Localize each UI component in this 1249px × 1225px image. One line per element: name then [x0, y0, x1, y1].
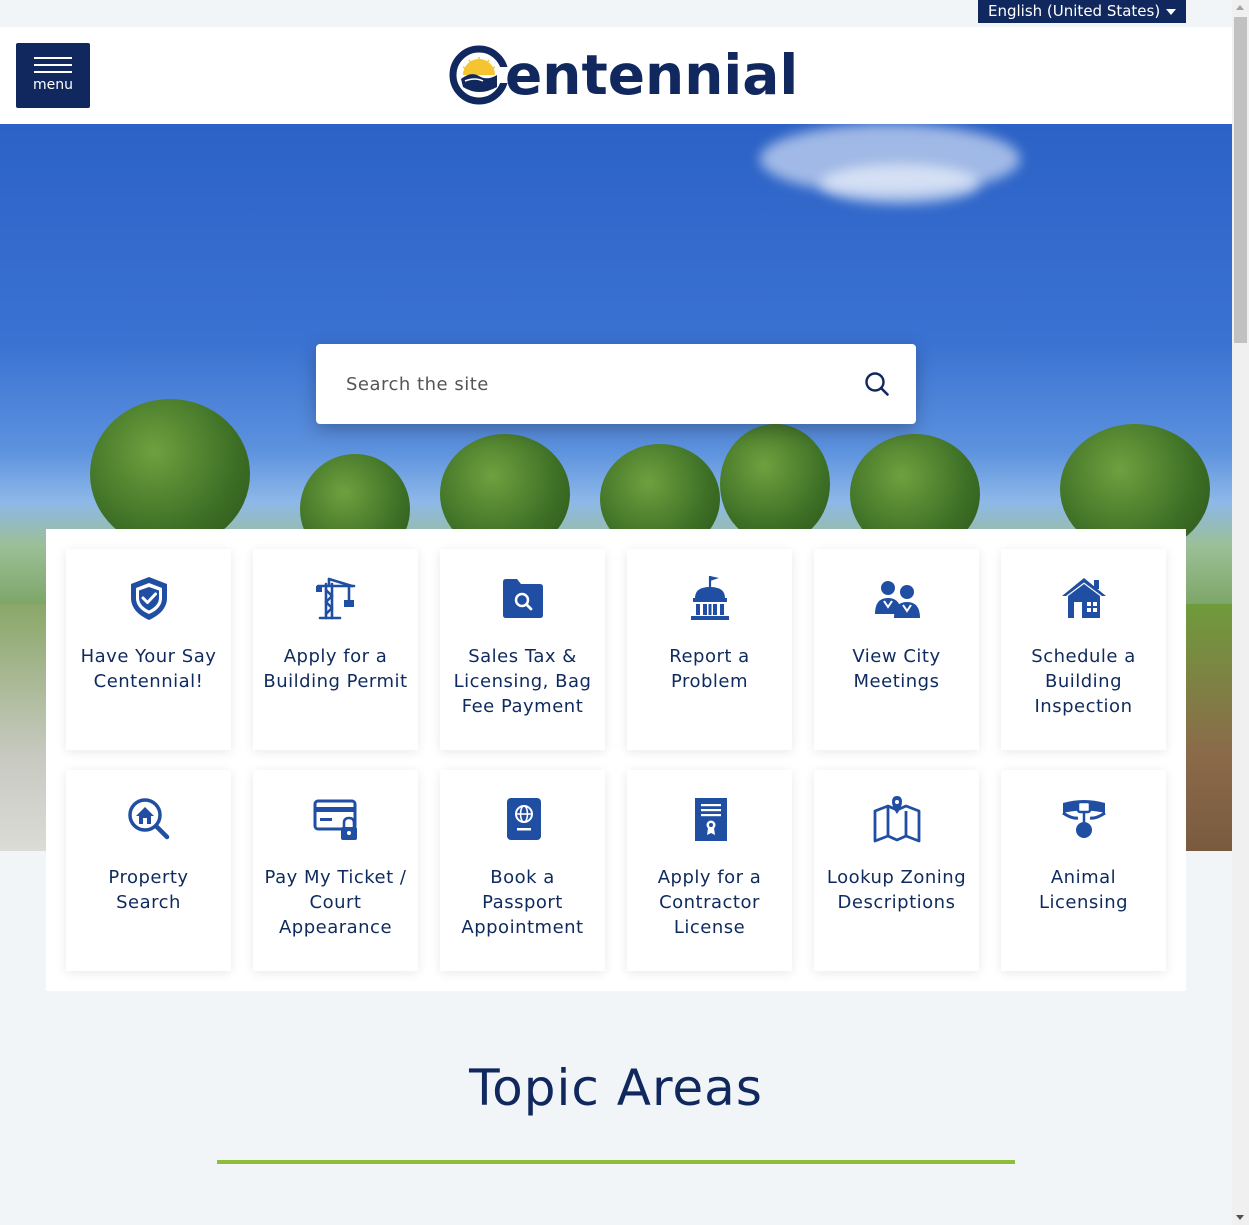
cloud-decoration: [820, 164, 980, 204]
quick-link-label: Report a Problem: [669, 646, 750, 692]
logo-sun-c-icon: [449, 45, 509, 105]
quick-link-label: Pay My Ticket / Court Appearance: [264, 867, 407, 938]
quick-link-label: Have Your Say Centennial!: [80, 646, 217, 692]
scrollbar-thumb[interactable]: [1234, 17, 1247, 343]
menu-button[interactable]: menu: [16, 43, 90, 108]
map-pin-icon: [873, 796, 920, 843]
tree-decoration: [90, 399, 250, 549]
quick-link-tile[interactable]: Apply for a Building Permit: [253, 549, 418, 750]
topic-areas-heading: Topic Areas: [469, 1059, 763, 1117]
language-selected-label: English (United States): [988, 2, 1161, 20]
quick-link-tile[interactable]: View City Meetings: [814, 549, 979, 750]
quick-link-tile[interactable]: Animal Licensing: [1001, 770, 1166, 971]
caret-down-icon: [1166, 9, 1176, 15]
search-box: [316, 344, 916, 424]
license-certificate-icon: [694, 798, 727, 841]
quick-link-label: Sales Tax & Licensing, Bag Fee Payment: [453, 646, 592, 717]
hamburger-icon: [34, 56, 72, 73]
scroll-up-arrow-icon[interactable]: [1236, 5, 1244, 10]
language-select[interactable]: English (United States): [978, 0, 1186, 23]
pet-collar-icon: [1061, 800, 1106, 838]
quick-link-tile[interactable]: Sales Tax & Licensing, Bag Fee Payment: [440, 549, 605, 750]
quick-links-panel: Have Your Say Centennial! Apply for a Bu…: [46, 529, 1186, 991]
construction-crane-icon: [315, 577, 355, 620]
quick-link-label: Property Search: [108, 867, 189, 913]
quick-link-tile[interactable]: Have Your Say Centennial!: [66, 549, 231, 750]
quick-link-tile[interactable]: Schedule a Building Inspection: [1001, 549, 1166, 750]
house-icon: [1061, 578, 1106, 618]
menu-button-label: menu: [33, 76, 73, 93]
passport-icon: [506, 798, 541, 840]
search-input[interactable]: [346, 364, 846, 404]
quick-link-label: Lookup Zoning Descriptions: [826, 867, 967, 913]
search-icon[interactable]: [864, 371, 890, 397]
logo-wordmark: entennial: [505, 43, 799, 107]
tree-decoration: [720, 424, 830, 544]
quick-link-label: Apply for a Building Permit: [263, 646, 408, 692]
quick-link-tile[interactable]: Report a Problem: [627, 549, 792, 750]
quick-link-tile[interactable]: Apply for a Contractor License: [627, 770, 792, 971]
quick-link-label: Animal Licensing: [1038, 867, 1129, 913]
quick-link-label: Apply for a Contractor License: [657, 867, 762, 938]
quick-link-tile[interactable]: Pay My Ticket / Court Appearance: [253, 770, 418, 971]
folder-search-icon: [502, 579, 543, 618]
people-icon: [874, 581, 920, 618]
quick-link-tile[interactable]: Book a Passport Appointment: [440, 770, 605, 971]
scroll-down-arrow-icon[interactable]: [1236, 1215, 1244, 1220]
site-logo[interactable]: entennial: [449, 43, 798, 107]
quick-link-label: Book a Passport Appointment: [461, 867, 584, 938]
city-hall-icon: [690, 576, 729, 620]
page-scrollbar[interactable]: [1232, 0, 1249, 1225]
language-bar: English (United States): [0, 0, 1232, 27]
heading-underline: [217, 1160, 1015, 1164]
quick-link-label: View City Meetings: [852, 646, 941, 692]
card-lock-icon: [313, 799, 357, 840]
quick-link-tile[interactable]: Lookup Zoning Descriptions: [814, 770, 979, 971]
quick-link-tile[interactable]: Property Search: [66, 770, 231, 971]
quick-link-label: Schedule a Building Inspection: [1031, 646, 1136, 717]
site-header: menu entennial: [0, 27, 1232, 124]
shield-check-icon: [130, 577, 167, 620]
house-magnifier-icon: [127, 798, 169, 840]
